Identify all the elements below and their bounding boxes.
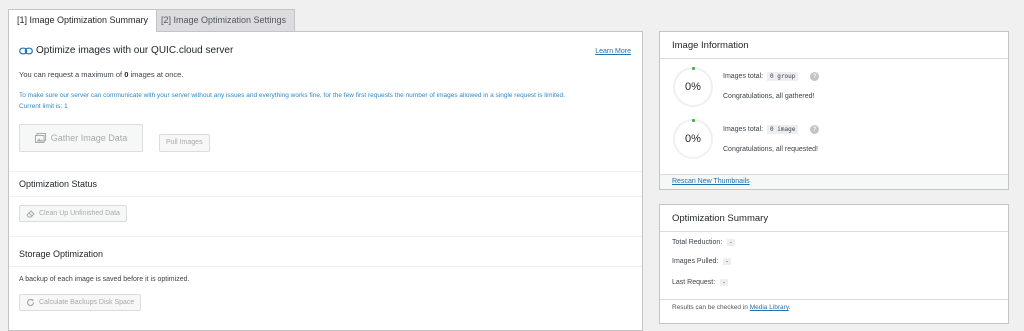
max-prefix: You can request a maximum of — [19, 70, 123, 79]
help-icon[interactable]: ? — [810, 125, 819, 134]
help-icon[interactable]: ? — [810, 72, 819, 81]
tab-image-optimization-settings[interactable]: [2] Image Optimization Settings — [152, 9, 296, 31]
link-icon — [19, 47, 33, 55]
tab-image-optimization-summary[interactable]: [1] Image Optimization Summary — [8, 9, 158, 32]
divider — [9, 266, 642, 267]
requested-status: Congratulations, all requested! — [723, 146, 818, 153]
limit-note: To make sure our server can communicate … — [19, 90, 629, 112]
progress-marker — [692, 119, 695, 122]
divider — [660, 299, 1008, 300]
limit-note-text: To make sure our server can communicate … — [19, 92, 565, 99]
rescan-thumbnails-link[interactable]: Rescan New Thumbnails — [672, 178, 750, 185]
storage-optimization-title: Storage Optimization — [19, 249, 104, 259]
images-icon — [34, 133, 46, 143]
max-suffix: images at once. — [130, 70, 184, 79]
panel-title: Image Information — [672, 40, 749, 51]
media-library-link[interactable]: Media Library — [750, 304, 789, 311]
clean-up-label: Clean Up Unfinished Data — [39, 210, 120, 217]
images-total-group: Images total: 0 group — [723, 72, 799, 81]
progress-circle: 0% — [673, 67, 713, 107]
eraser-icon — [26, 210, 35, 218]
max-value: 0 — [124, 70, 129, 79]
learn-more-link[interactable]: Learn More — [595, 48, 631, 55]
image-information-panel: Image Information 0% Images total: 0 gro… — [659, 31, 1009, 190]
total-reduction-label: Total Reduction: — [672, 239, 723, 246]
divider — [660, 58, 1008, 59]
total-reduction-row: Total Reduction: - — [672, 239, 735, 246]
divider — [9, 196, 642, 197]
media-note-suffix: . — [788, 304, 791, 311]
images-total-label: Images total: — [723, 126, 764, 133]
progress-marker — [692, 67, 695, 70]
backup-description: A backup of each image is saved before i… — [19, 276, 190, 283]
last-request-value: - — [720, 279, 728, 286]
progress-percent: 0% — [685, 81, 701, 93]
images-total-label: Images total: — [723, 73, 764, 80]
current-limit: Current limit is: 1 — [19, 103, 68, 110]
pull-images-button[interactable]: Pull Images — [159, 134, 210, 152]
calculate-backups-button[interactable]: Calculate Backups Disk Space — [19, 294, 142, 311]
gathered-status: Congratulations, all gathered! — [723, 93, 815, 100]
gather-label: Gather Image Data — [50, 133, 128, 143]
divider — [9, 171, 642, 172]
optimization-status-title: Optimization Status — [19, 179, 98, 189]
images-pulled-value: - — [723, 258, 731, 265]
clean-up-button[interactable]: Clean Up Unfinished Data — [19, 205, 127, 222]
progress-circle: 0% — [673, 119, 713, 159]
panel-title: Optimization Summary — [672, 213, 769, 224]
total-reduction-value: - — [727, 239, 735, 246]
refresh-icon — [26, 298, 35, 307]
image-count-code: 0 image — [767, 125, 799, 134]
divider — [9, 236, 642, 237]
media-library-note: Results can be checked in Media Library. — [672, 304, 790, 311]
media-note-prefix: Results can be checked in — [672, 304, 748, 311]
max-images-text: You can request a maximum of 0 images at… — [19, 70, 183, 79]
last-request-label: Last Request: — [672, 279, 716, 286]
images-pulled-row: Images Pulled: - — [672, 258, 731, 265]
panel-header: Optimize images with our QUIC.cloud serv… — [19, 45, 233, 56]
optimization-summary-panel: Optimization Summary Total Reduction: - … — [659, 204, 1009, 324]
page-title: Optimize images with our QUIC.cloud serv… — [36, 45, 234, 56]
divider — [660, 231, 1008, 232]
last-request-row: Last Request: - — [672, 279, 728, 286]
optimization-panel: Optimize images with our QUIC.cloud serv… — [8, 31, 643, 331]
progress-percent: 0% — [685, 133, 701, 145]
calculate-label: Calculate Backups Disk Space — [39, 299, 135, 306]
images-total-image: Images total: 0 image — [723, 125, 799, 134]
gather-image-data-button[interactable]: Gather Image Data — [19, 124, 143, 152]
panel-footer: Rescan New Thumbnails — [660, 174, 1008, 189]
group-count-code: 0 group — [767, 72, 799, 81]
images-pulled-label: Images Pulled: — [672, 258, 719, 265]
